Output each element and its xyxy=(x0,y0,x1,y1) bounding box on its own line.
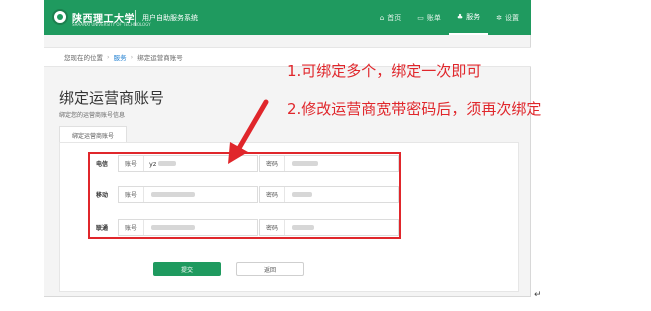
nav-settings-label: 设置 xyxy=(505,13,519,22)
breadcrumb-prefix: 您现在的位置 xyxy=(64,54,103,62)
annotation-note-1: 1.可绑定多个，绑定一次即可 xyxy=(287,62,482,80)
nav-bill-label: 账单 xyxy=(426,13,441,22)
breadcrumb-service-link[interactable]: 服务 xyxy=(114,52,127,62)
red-arrow-icon xyxy=(228,99,269,164)
nav-bill[interactable]: ▭ 账单 xyxy=(409,0,449,35)
tab-bind-account[interactable]: 绑定运营商账号 xyxy=(59,126,127,143)
annotation-note-2: 2.修改运营商宽带密码后，须再次绑定 xyxy=(287,100,542,118)
top-navbar: 陕西理工大学 SHAANXI UNIVERSITY OF TECHNOLOGY … xyxy=(44,0,531,35)
app-title: 用户自助服务系统 xyxy=(142,14,198,22)
app-window: 陕西理工大学 SHAANXI UNIVERSITY OF TECHNOLOGY … xyxy=(44,0,531,297)
breadcrumb-separator: › xyxy=(130,53,134,61)
logo-subtitle: SHAANXI UNIVERSITY OF TECHNOLOGY xyxy=(72,22,151,27)
main-nav: ⌂ 首页 ▭ 账单 ♣ 服务 ✲ 设置 xyxy=(372,0,527,35)
university-emblem-icon xyxy=(52,9,68,25)
nav-home-label: 首页 xyxy=(387,13,402,22)
back-button[interactable]: 返回 xyxy=(236,262,304,276)
page-subtitle: 绑定您的运营商账号信息 xyxy=(59,112,126,119)
header-divider xyxy=(135,10,136,26)
nav-service-label: 服务 xyxy=(466,12,481,21)
submit-button[interactable]: 提交 xyxy=(153,262,221,276)
nav-settings[interactable]: ✲ 设置 xyxy=(488,0,527,35)
page-title: 绑定运营商账号 xyxy=(59,89,165,107)
breadcrumb-current: 绑定运营商账号 xyxy=(137,54,183,62)
gear-icon: ✲ xyxy=(496,13,502,22)
bill-icon: ▭ xyxy=(417,13,424,22)
nav-home[interactable]: ⌂ 首页 xyxy=(372,0,409,35)
service-icon: ♣ xyxy=(456,12,464,21)
home-icon: ⌂ xyxy=(379,13,385,22)
breadcrumb-separator: › xyxy=(107,53,110,61)
paragraph-mark-icon: ↵ xyxy=(534,290,542,300)
nav-service[interactable]: ♣ 服务 xyxy=(448,0,489,35)
